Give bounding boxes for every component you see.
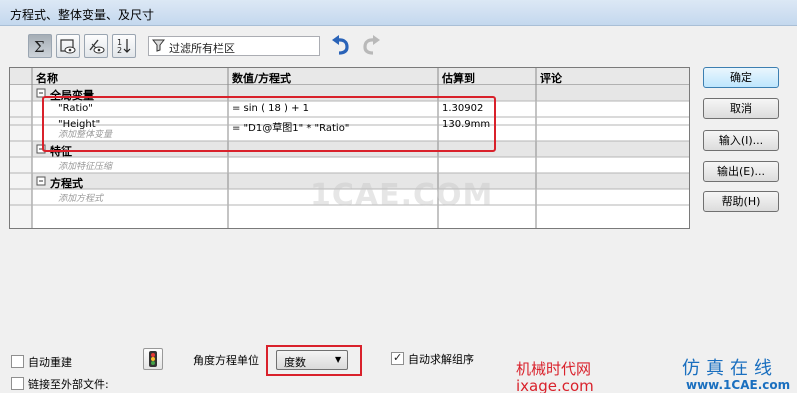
sim-url-watermark: www.1CAE.com (686, 378, 791, 392)
sort-order-icon[interactable]: 12 (112, 34, 136, 58)
cancel-button[interactable]: 取消 (703, 98, 779, 119)
header-evaluates[interactable]: 估算到 (442, 70, 475, 86)
ok-button[interactable]: 确定 (703, 67, 779, 88)
sigma-icon[interactable]: Σ (28, 34, 52, 58)
highlight-box-angle-unit (266, 345, 362, 376)
add-equation[interactable]: 添加方程式 (58, 191, 103, 204)
center-watermark: 1CAE.COM (310, 178, 494, 213)
svg-text:2: 2 (117, 46, 122, 55)
filter-icon (152, 39, 165, 52)
svg-text:Σ: Σ (34, 38, 45, 55)
export-button[interactable]: 输出(E)... (703, 161, 779, 182)
add-feature-suppression[interactable]: 添加特征压缩 (58, 159, 112, 172)
sim-cn-watermark: 仿真在线 (682, 358, 778, 379)
auto-solve-order-checkbox[interactable] (391, 351, 404, 365)
highlight-box-variables (42, 96, 496, 152)
undo-icon[interactable] (329, 35, 353, 57)
link-external-label: 链接至外部文件: (28, 378, 109, 391)
header-comment[interactable]: 评论 (540, 70, 562, 86)
title-bar: 方程式、整体变量、及尺寸 (0, 0, 797, 26)
header-value[interactable]: 数值/方程式 (232, 70, 291, 86)
brand-cn-watermark: 机械时代网 (516, 360, 592, 378)
angle-unit-label: 角度方程单位 (193, 354, 259, 367)
import-button[interactable]: 输入(I)... (703, 130, 779, 151)
link-external-checkbox[interactable] (11, 377, 24, 390)
header-name[interactable]: 名称 (36, 70, 58, 86)
filter-input[interactable]: 过滤所有栏区 (148, 36, 320, 56)
redo-icon[interactable] (359, 35, 383, 57)
filter-placeholder: 过滤所有栏区 (169, 42, 235, 55)
window-title: 方程式、整体变量、及尺寸 (10, 8, 155, 22)
traffic-light-icon[interactable] (143, 348, 163, 370)
help-button[interactable]: 帮助(H) (703, 191, 779, 212)
auto-solve-order-label: 自动求解组序 (408, 353, 474, 366)
brand-url-watermark: ixage.com (516, 377, 594, 393)
dimension-view-icon[interactable] (84, 34, 108, 58)
section-equations[interactable]: 方程式 (50, 175, 83, 191)
folder-view-icon[interactable] (56, 34, 80, 58)
auto-rebuild-label: 自动重建 (28, 356, 72, 369)
auto-rebuild-checkbox[interactable] (11, 355, 24, 368)
